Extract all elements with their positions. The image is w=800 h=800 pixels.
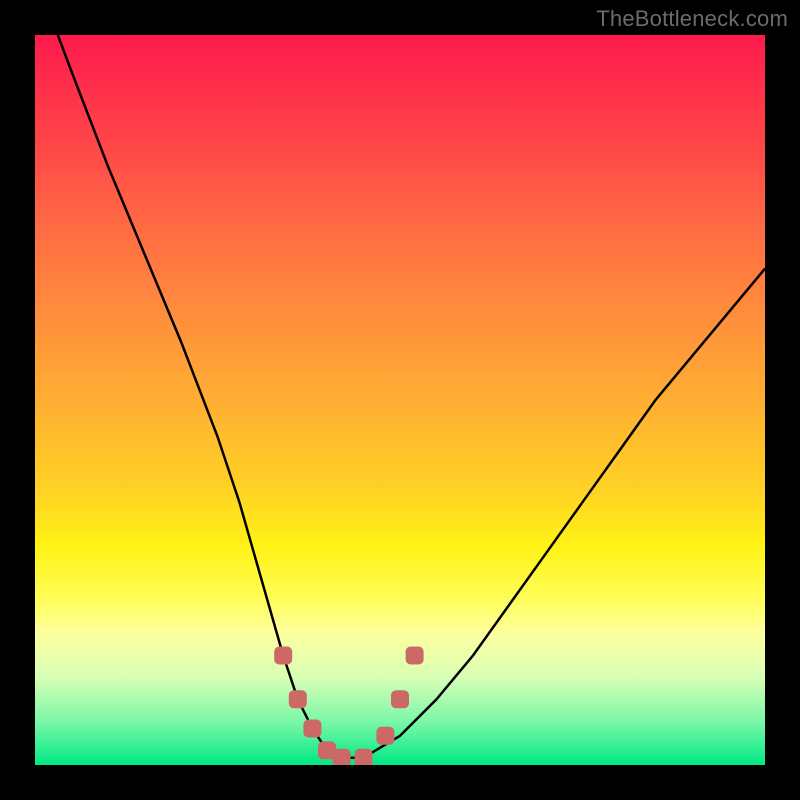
watermark-text: TheBottleneck.com [596, 6, 788, 32]
highlight-marker [355, 749, 373, 765]
chart-frame: TheBottleneck.com [0, 0, 800, 800]
bottleneck-svg [35, 35, 765, 765]
highlight-marker [303, 720, 321, 738]
plot-area [35, 35, 765, 765]
highlight-marker [406, 647, 424, 665]
highlight-marker [289, 690, 307, 708]
highlight-marker [376, 727, 394, 745]
marker-group [274, 647, 423, 766]
highlight-marker [274, 647, 292, 665]
highlight-marker [391, 690, 409, 708]
highlight-marker [333, 749, 351, 765]
